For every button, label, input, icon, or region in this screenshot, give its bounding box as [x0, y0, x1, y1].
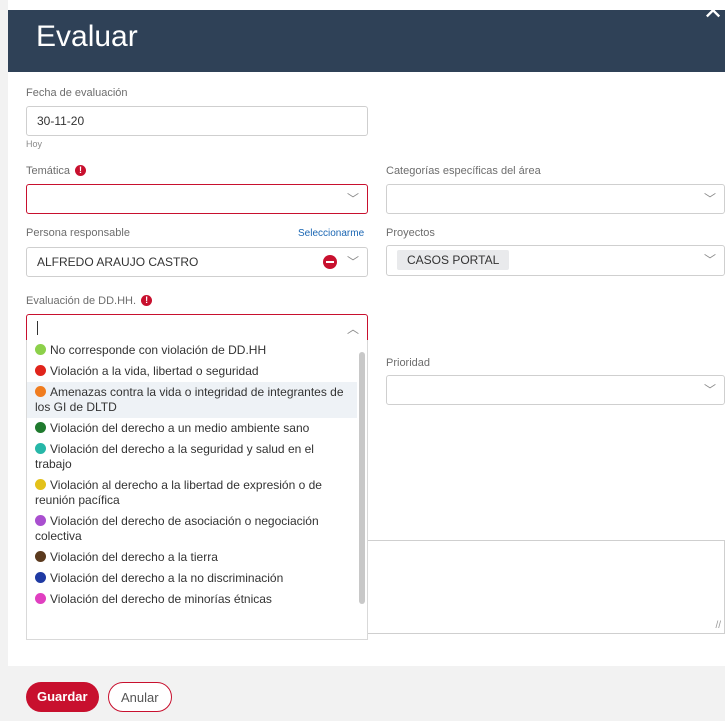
prioridad-select[interactable]: ﹀ — [386, 375, 725, 405]
dropdown-option[interactable]: Violación al derecho a la libertad de ex… — [27, 475, 357, 511]
fecha-hint: Hoy — [26, 139, 43, 149]
seleccionarme-link[interactable]: Seleccionarme — [298, 228, 364, 239]
color-dot-icon — [35, 479, 46, 490]
save-button[interactable]: Guardar — [26, 682, 99, 712]
color-dot-icon — [35, 443, 46, 454]
tematica-select[interactable]: ﹀ — [26, 184, 368, 214]
close-icon[interactable]: ✕ — [701, 0, 725, 24]
fecha-input[interactable]: 30-11-20 — [26, 106, 368, 136]
required-icon: ! — [141, 295, 153, 306]
dropdown-option[interactable]: Violación del derecho de asociación o ne… — [27, 511, 357, 547]
dropdown-option[interactable]: Violación del derecho de minorías étnica… — [27, 589, 357, 610]
persona-value: ALFREDO ARAUJO CASTRO — [37, 255, 199, 269]
text-cursor — [37, 321, 38, 335]
dropdown-option[interactable]: Violación del derecho a la no discrimina… — [27, 568, 357, 589]
option-list: No corresponde con violación de DD.HH Vio… — [27, 340, 367, 610]
dropdown-option[interactable]: Violación del derecho a la seguridad y s… — [27, 439, 357, 475]
proyectos-label: Proyectos — [386, 227, 435, 239]
comment-textarea[interactable]: // — [368, 540, 725, 634]
option-label: Violación al derecho a la libertad de ex… — [35, 478, 322, 507]
color-dot-icon — [35, 593, 46, 604]
categorias-select[interactable]: ﹀ — [386, 184, 725, 214]
option-label: Violación del derecho de minorías étnica… — [50, 592, 272, 606]
prioridad-label: Prioridad — [386, 357, 431, 369]
option-label: Violación a la vida, libertad o segurida… — [50, 364, 259, 378]
cancel-button[interactable]: Anular — [108, 682, 172, 712]
tematica-label: Temática! — [26, 165, 87, 177]
color-dot-icon — [35, 572, 46, 583]
dropdown-option[interactable]: Amenazas contra la vida o integridad de … — [27, 382, 357, 418]
dropdown-option[interactable]: Violación a la vida, libertad o segurida… — [27, 361, 357, 382]
proyectos-select[interactable]: CASOS PORTAL ﹀ — [386, 245, 725, 276]
backdrop-strip — [0, 0, 8, 721]
fecha-value: 30-11-20 — [37, 114, 85, 128]
color-dot-icon — [35, 551, 46, 562]
option-label: Violación del derecho a un medio ambient… — [50, 421, 310, 435]
required-icon: ! — [75, 165, 87, 176]
tematica-label-text: Temática — [26, 165, 71, 177]
color-dot-icon — [35, 344, 46, 355]
option-label: Violación del derecho a la no discrimina… — [50, 571, 284, 585]
categorias-label: Categorías específicas del área — [386, 165, 541, 177]
option-label: Violación del derecho a la seguridad y s… — [35, 442, 314, 471]
color-dot-icon — [35, 365, 46, 376]
color-dot-icon — [35, 515, 46, 526]
dialog-footer: Guardar Anular — [8, 666, 725, 721]
color-dot-icon — [35, 422, 46, 433]
scrollbar[interactable] — [359, 352, 365, 604]
dialog-title: Evaluar — [36, 20, 138, 53]
option-label: No corresponde con violación de DD.HH — [50, 343, 267, 357]
fecha-label: Fecha de evaluación — [26, 87, 128, 99]
option-label: Violación del derecho de asociación o ne… — [35, 514, 319, 543]
chevron-down-icon: ﹀ — [703, 253, 716, 267]
dropdown-option[interactable]: No corresponde con violación de DD.HH — [27, 340, 357, 361]
evaluacion-label: Evaluación de DD.HH.! — [26, 295, 153, 307]
proyecto-tag[interactable]: CASOS PORTAL — [397, 250, 510, 270]
remove-icon[interactable] — [323, 255, 337, 269]
color-dot-icon — [35, 386, 46, 397]
chevron-up-icon: ︿ — [346, 322, 359, 336]
persona-label: Persona responsable — [26, 227, 130, 239]
chevron-down-icon: ﹀ — [703, 383, 716, 397]
chevron-down-icon: ﹀ — [346, 192, 359, 206]
dropdown-option[interactable]: Violación del derecho a un medio ambient… — [27, 418, 357, 439]
option-label: Violación del derecho a la tierra — [50, 550, 218, 564]
evaluacion-label-text: Evaluación de DD.HH. — [26, 295, 137, 307]
chevron-down-icon: ﹀ — [346, 255, 359, 269]
option-label: Amenazas contra la vida o integridad de … — [35, 385, 344, 414]
dialog-header: Evaluar — [8, 10, 725, 72]
resize-handle-icon[interactable]: // — [715, 620, 721, 631]
dropdown-option[interactable]: Violación del derecho a la tierra — [27, 547, 357, 568]
evaluacion-dropdown: No corresponde con violación de DD.HH Vio… — [26, 340, 368, 640]
chevron-down-icon: ﹀ — [703, 192, 716, 206]
persona-select[interactable]: ALFREDO ARAUJO CASTRO ﹀ — [26, 247, 368, 277]
